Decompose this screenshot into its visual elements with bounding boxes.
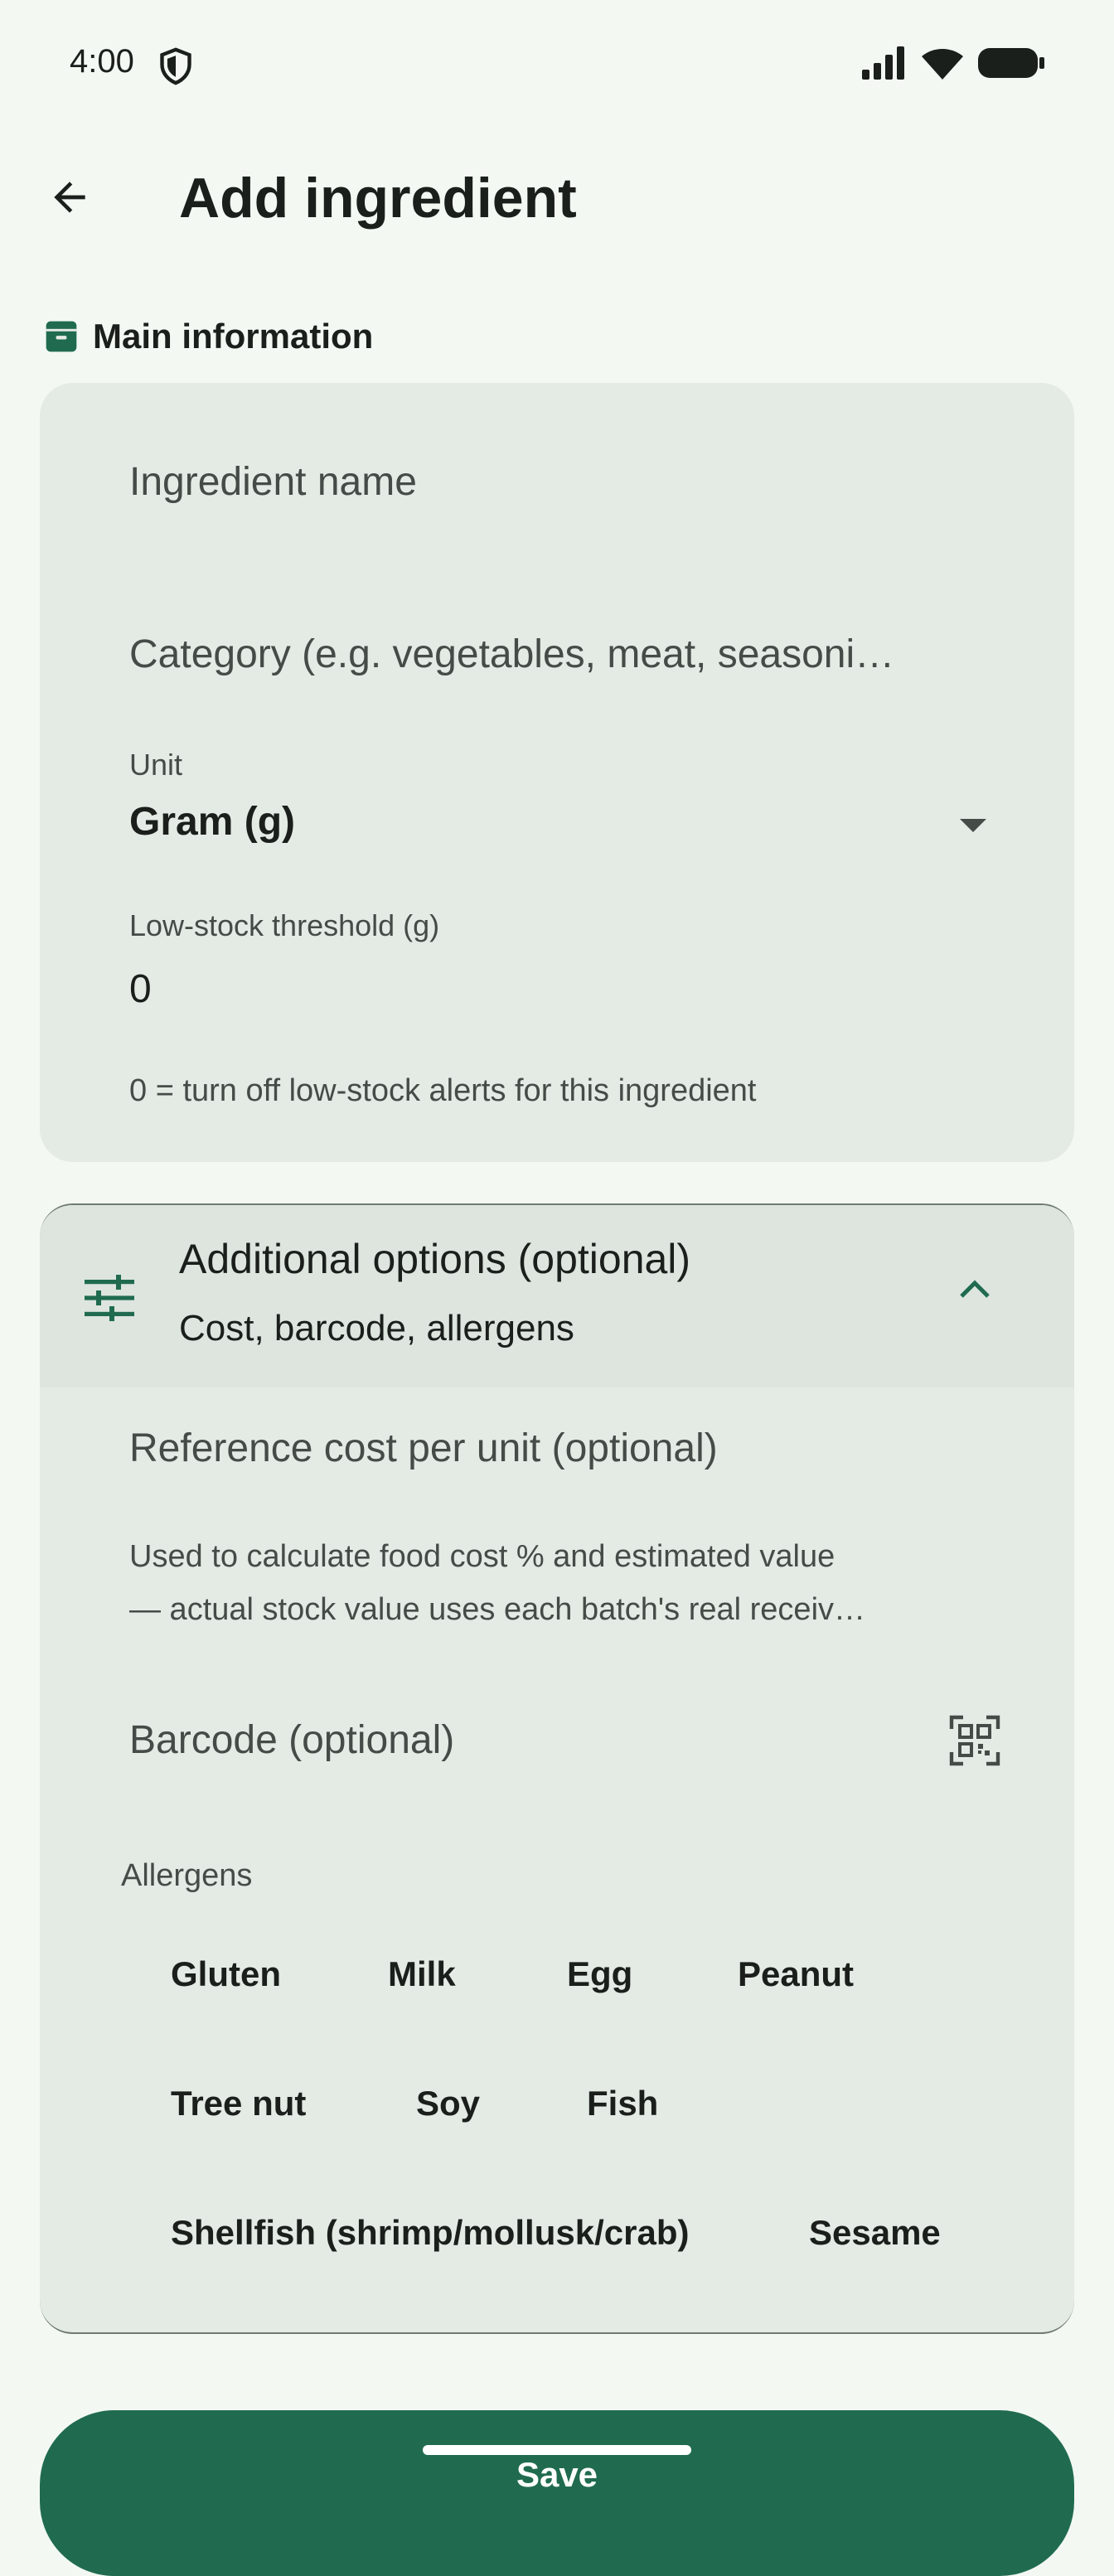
ingredient-name-input[interactable]: Ingredient name: [129, 459, 417, 505]
arrow-back-icon: [54, 182, 85, 213]
unit-value: Gram (g): [129, 800, 296, 844]
additional-options-subtitle: Cost, barcode, allergens: [179, 1308, 574, 1349]
status-bar: 4:00: [0, 0, 1114, 129]
allergen-chip-fish[interactable]: Fish: [587, 2084, 658, 2123]
allergen-chip-soy[interactable]: Soy: [416, 2084, 480, 2123]
section-main-information: Main information: [43, 317, 373, 356]
additional-options-card: Additional options (optional) Cost, barc…: [40, 1203, 1074, 2334]
battery-icon: [978, 48, 1044, 78]
shield-icon: [160, 47, 191, 85]
home-indicator: [423, 2445, 691, 2455]
barcode-input[interactable]: Barcode (optional): [129, 1717, 454, 1763]
save-button-label: Save: [516, 2455, 598, 2494]
allergens-label: Allergens: [121, 1858, 253, 1893]
cost-helper-line-1: Used to calculate food cost % and estima…: [129, 1539, 836, 1574]
threshold-helper: 0 = turn off low-stock alerts for this i…: [129, 1073, 757, 1108]
tune-icon: [85, 1275, 134, 1321]
allergen-chip-shellfish[interactable]: Shellfish (shrimp/mollusk/crab): [171, 2213, 689, 2253]
back-button[interactable]: [36, 164, 103, 230]
system-icons: [862, 46, 1044, 80]
chevron-up-icon: [960, 1280, 990, 1298]
dropdown-arrow-icon: [960, 819, 986, 832]
threshold-input[interactable]: 0: [129, 966, 152, 1012]
additional-options-title: Additional options (optional): [179, 1236, 691, 1282]
threshold-label: Low-stock threshold (g): [129, 908, 440, 942]
allergen-chip-peanut[interactable]: Peanut: [738, 1954, 854, 1994]
main-information-card: Ingredient name Category (e.g. vegetable…: [40, 383, 1074, 1162]
cost-helper: Used to calculate food cost % and estima…: [129, 1530, 983, 1636]
additional-options-header[interactable]: Additional options (optional) Cost, barc…: [40, 1205, 1074, 1387]
archive-icon: [46, 321, 77, 352]
reference-cost-input[interactable]: Reference cost per unit (optional): [129, 1426, 718, 1471]
allergen-chip-tree-nut[interactable]: Tree nut: [171, 2084, 306, 2123]
allergen-chip-milk[interactable]: Milk: [388, 1954, 456, 1994]
allergen-chip-sesame[interactable]: Sesame: [809, 2213, 941, 2253]
wifi-icon: [922, 49, 963, 80]
page-title: Add ingredient: [179, 167, 577, 230]
signal-icon: [862, 46, 904, 80]
app-bar: Add ingredient: [0, 141, 1114, 274]
category-input[interactable]: Category (e.g. vegetables, meat, seasoni…: [129, 632, 894, 677]
allergen-chip-gluten[interactable]: Gluten: [171, 1954, 281, 1994]
unit-label: Unit: [129, 748, 183, 782]
save-button[interactable]: Save: [40, 2410, 1074, 2576]
qr-scan-icon[interactable]: [948, 1714, 1001, 1767]
status-time: 4:00: [70, 43, 134, 80]
cost-helper-line-2: — actual stock value uses each batch's r…: [129, 1592, 866, 1627]
allergen-chip-egg[interactable]: Egg: [567, 1954, 632, 1994]
section-label-text: Main information: [93, 317, 374, 356]
